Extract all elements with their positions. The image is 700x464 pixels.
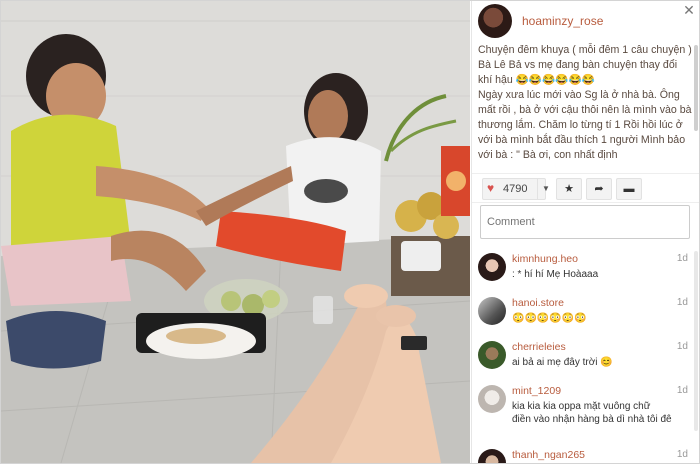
comment-text: kia kia kia oppa mặt vuông chữ điền vào … bbox=[512, 401, 672, 425]
star-icon: ★ bbox=[564, 183, 574, 195]
commenter-avatar[interactable] bbox=[478, 385, 506, 413]
comment-time: 1d bbox=[676, 253, 688, 264]
comment-username[interactable]: thanh_ngan265 bbox=[512, 449, 585, 461]
caption-scrollbar[interactable] bbox=[694, 45, 698, 131]
heart-icon: ♥ bbox=[487, 181, 495, 195]
chevron-down-icon[interactable]: ▼ bbox=[537, 179, 554, 199]
comment-username[interactable]: mint_1209 bbox=[512, 385, 561, 397]
share-button[interactable]: ➦ bbox=[586, 178, 612, 200]
comment-icon: ▬ bbox=[623, 183, 635, 195]
viewer-frame: ✕ hoaminzy_rose Chuyện đêm khuya ( mỗi đ… bbox=[0, 0, 700, 464]
comment-text: ai bả ai mẹ đây trời 😊 bbox=[512, 357, 613, 368]
photo-illustration bbox=[1, 1, 470, 463]
comment-time: 1d bbox=[676, 297, 688, 308]
comment-time: 1d bbox=[676, 449, 688, 460]
action-bar: ♥ 4790 ▼ ★ ➦ ▬ bbox=[472, 173, 699, 203]
post-photo[interactable] bbox=[1, 1, 470, 463]
commenter-avatar[interactable] bbox=[478, 297, 506, 325]
share-icon: ➦ bbox=[594, 183, 604, 195]
comment-username[interactable]: hanoi.store bbox=[512, 297, 564, 309]
commenter-avatar[interactable] bbox=[478, 253, 506, 281]
comment-time: 1d bbox=[676, 385, 688, 396]
comment-item: mint_1209 kia kia kia oppa mặt vuông chữ… bbox=[472, 379, 699, 425]
commenter-avatar[interactable] bbox=[478, 449, 506, 463]
comment-input[interactable] bbox=[480, 205, 690, 239]
favorite-button[interactable]: ★ bbox=[556, 178, 582, 200]
user-avatar[interactable] bbox=[478, 4, 512, 38]
comment-list: kimnhung.heo : * hí hí Mẹ Hoàaaa 1d hano… bbox=[472, 247, 699, 463]
comment-item: thanh_ngan265 1d bbox=[472, 443, 699, 463]
comment-time: 1d bbox=[676, 341, 688, 352]
commenter-avatar[interactable] bbox=[478, 341, 506, 369]
post-caption: Chuyện đêm khuya ( mỗi đêm 1 câu chuyện … bbox=[478, 44, 692, 161]
comment-item: kimnhung.heo : * hí hí Mẹ Hoàaaa 1d bbox=[472, 247, 699, 291]
comments-scrollbar[interactable] bbox=[694, 251, 698, 431]
comment-button[interactable]: ▬ bbox=[616, 178, 642, 200]
like-count: 4790 bbox=[503, 183, 528, 195]
comment-username[interactable]: cherrieleies bbox=[512, 341, 566, 353]
post-sidebar: ✕ hoaminzy_rose Chuyện đêm khuya ( mỗi đ… bbox=[471, 1, 699, 463]
comment-item: hanoi.store 😳😳😳😳😳😳 1d bbox=[472, 291, 699, 335]
like-button[interactable]: ♥ 4790 ▼ bbox=[482, 178, 550, 200]
caption-container[interactable]: Chuyện đêm khuya ( mỗi đêm 1 câu chuyện … bbox=[478, 43, 692, 167]
comment-text: : * hí hí Mẹ Hoàaaa bbox=[512, 269, 599, 280]
comment-text: 😳😳😳😳😳😳 bbox=[512, 313, 587, 324]
post-header: hoaminzy_rose bbox=[472, 1, 699, 41]
post-username[interactable]: hoaminzy_rose bbox=[522, 14, 603, 28]
comment-username[interactable]: kimnhung.heo bbox=[512, 253, 578, 265]
comment-item: cherrieleies ai bả ai mẹ đây trời 😊 1d bbox=[472, 335, 699, 379]
